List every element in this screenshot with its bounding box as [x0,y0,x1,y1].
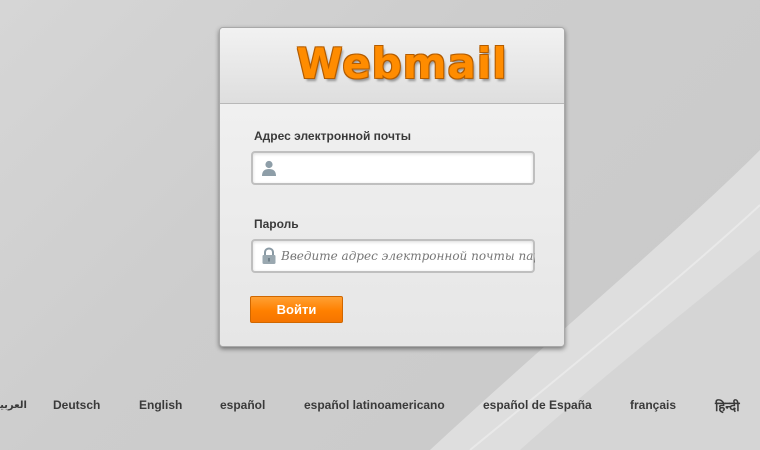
email-input[interactable] [279,153,537,183]
language-link-espanol-espana[interactable]: español de España [483,398,592,412]
email-field[interactable] [251,151,537,185]
language-link-espanol-latinoamericano[interactable]: español latinoamericano [304,398,445,412]
language-bar: العربية Deutsch English español español … [0,398,760,416]
language-link-francais[interactable]: français [630,398,676,412]
language-link-espanol[interactable]: español [220,398,265,412]
lock-icon [260,247,278,265]
language-link-hindi[interactable]: हिन्दी [715,397,740,415]
login-panel: Webmail Адрес электронной почты Пароль В… [219,27,565,347]
password-input[interactable] [279,241,537,271]
login-header: Webmail [220,28,564,104]
language-link-arabic[interactable]: العربية [0,400,27,411]
email-label: Адрес электронной почты [254,129,412,143]
password-field[interactable] [251,239,537,273]
login-button[interactable]: Войти [250,296,343,323]
login-form: Адрес электронной почты Пароль Войти [220,104,564,346]
webmail-logo: Webmail [296,39,508,88]
language-link-english[interactable]: English [139,398,182,412]
language-link-deutsch[interactable]: Deutsch [53,398,100,412]
user-icon [260,159,278,177]
password-label: Пароль [254,217,299,231]
